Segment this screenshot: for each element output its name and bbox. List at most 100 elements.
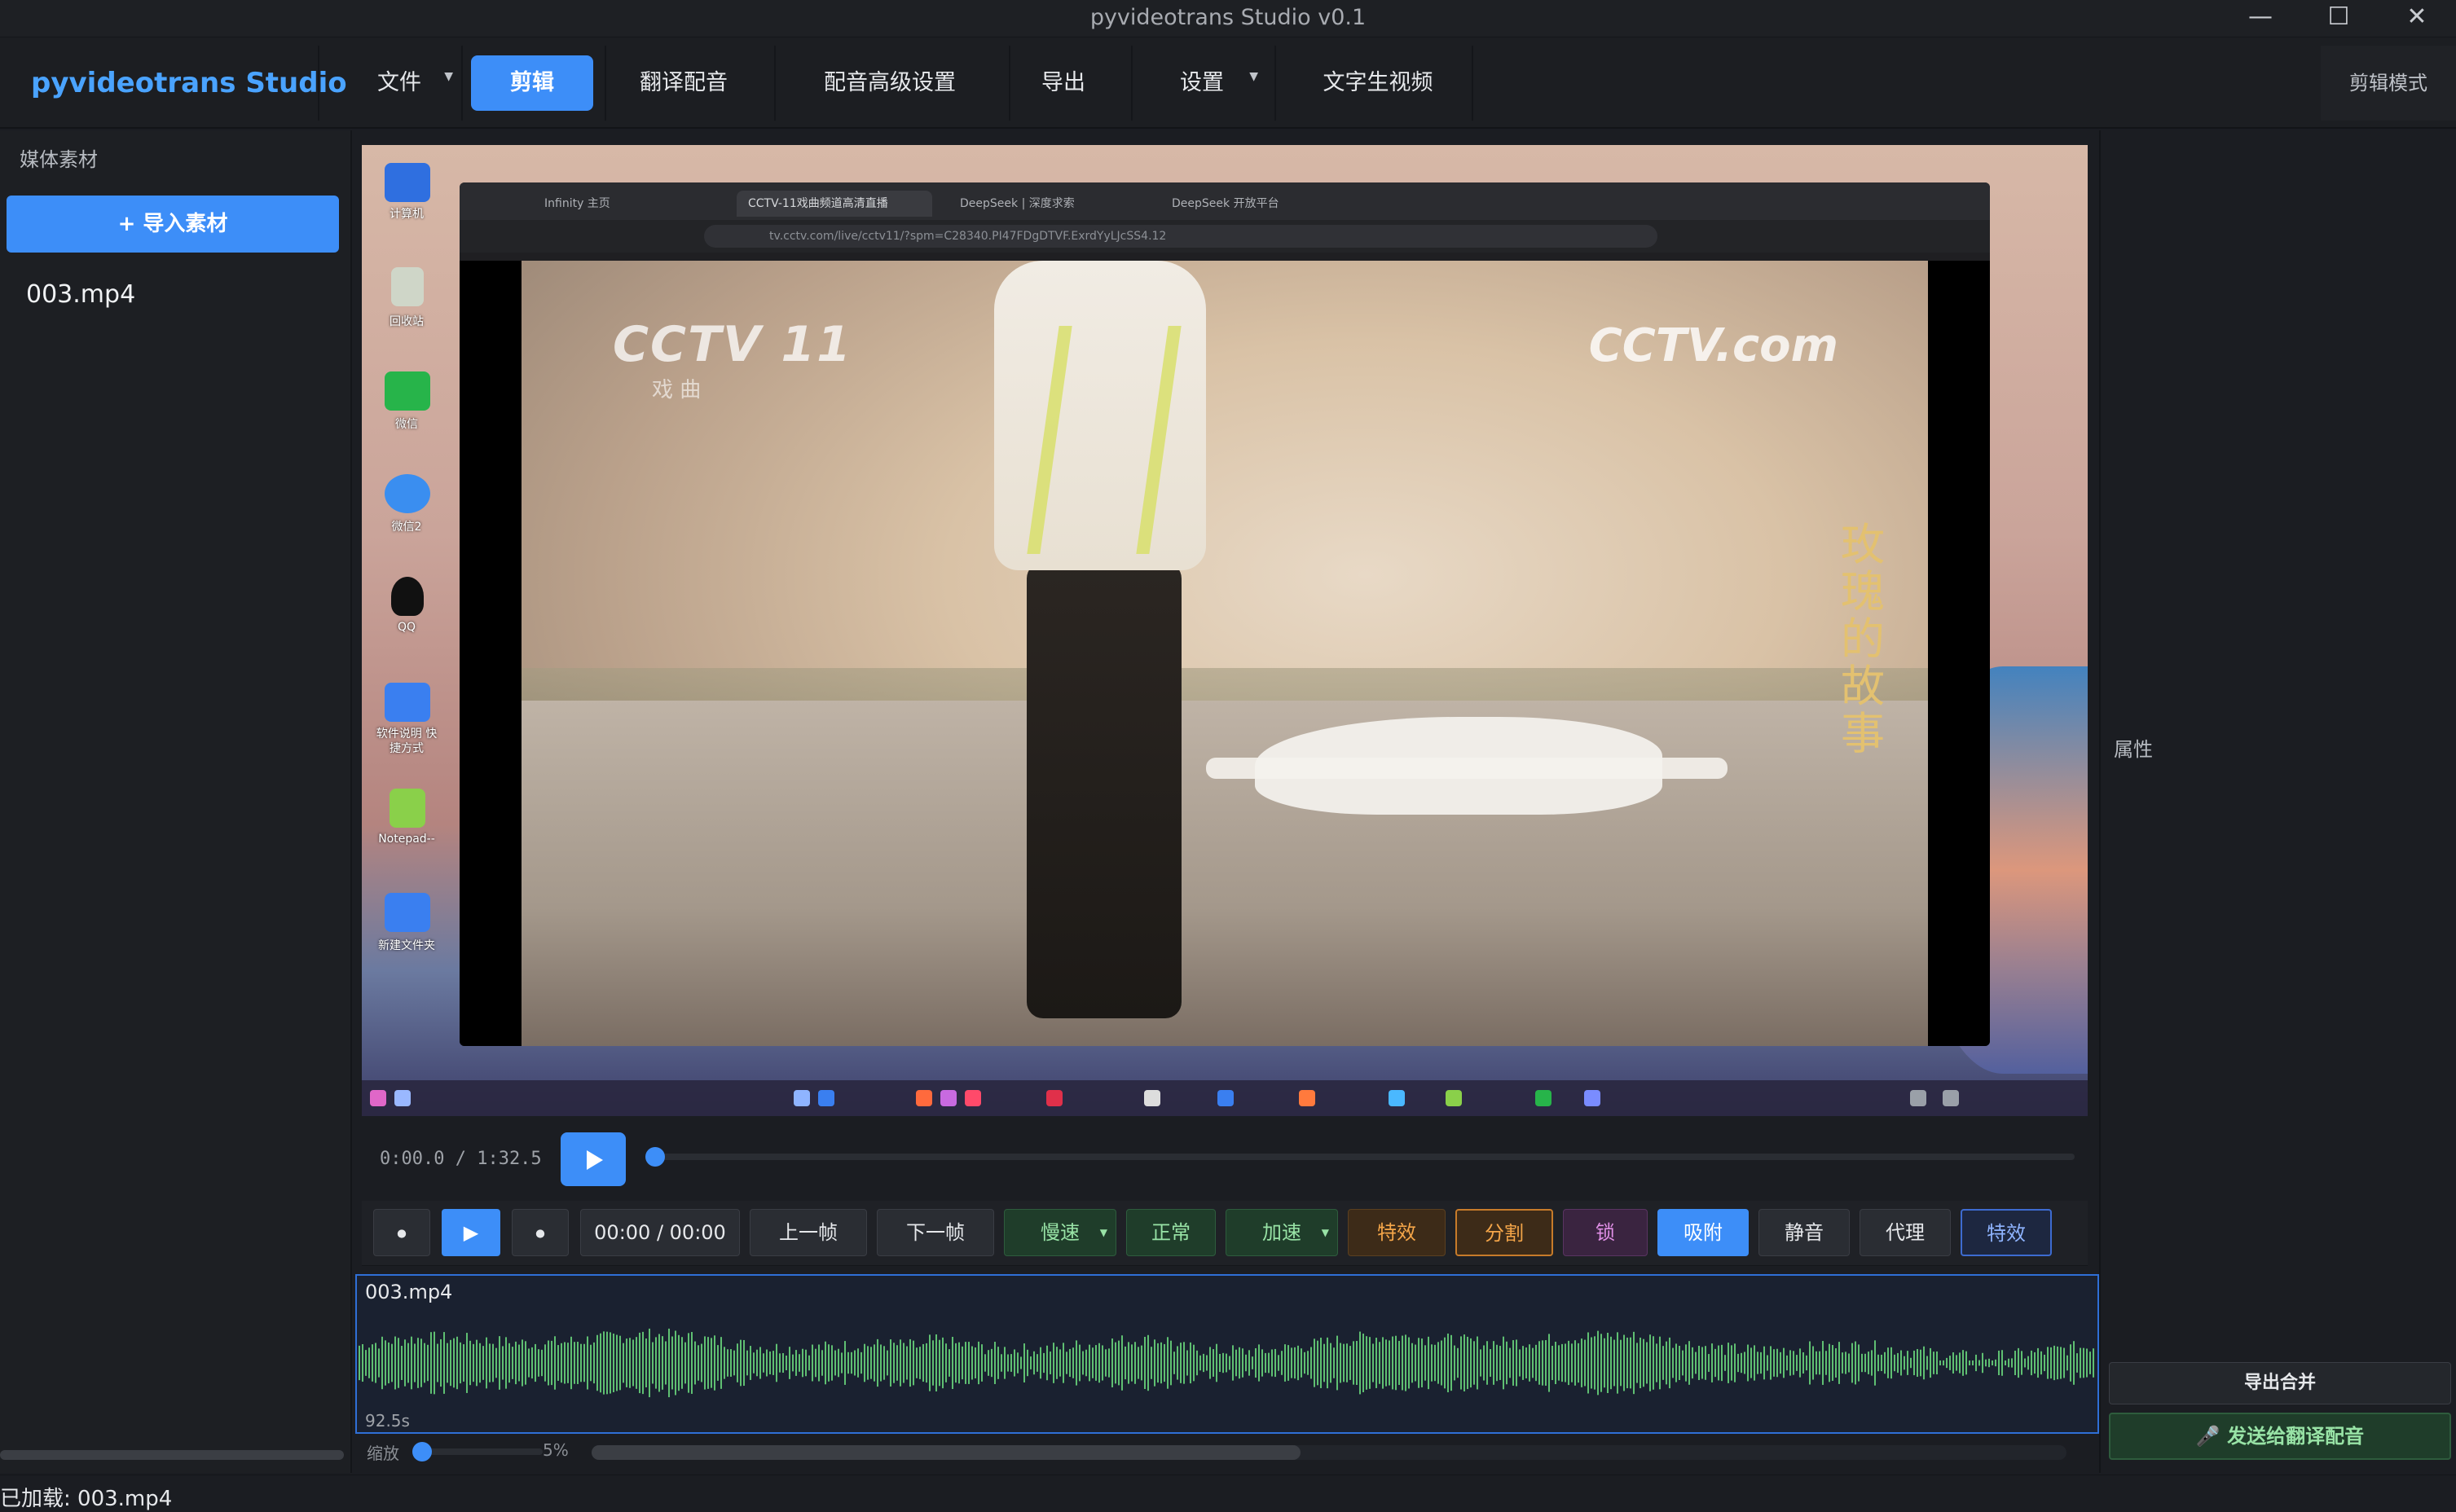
waveform-bar xyxy=(649,1328,650,1398)
waveform-bar xyxy=(1248,1350,1250,1376)
split-button[interactable]: 分割 xyxy=(1455,1209,1553,1256)
waveform-bar xyxy=(1167,1337,1169,1389)
waveform-bar xyxy=(772,1351,774,1375)
prev-frame-button[interactable]: 上一帧 xyxy=(750,1209,867,1256)
video-preview[interactable]: 计算机 回收站 微信 微信2 QQ 软件说明 快捷方式 Notepad-- 新建… xyxy=(362,145,2088,1116)
waveform-bar xyxy=(893,1343,895,1383)
mute-button[interactable]: 静音 xyxy=(1758,1209,1850,1256)
zoom-slider[interactable] xyxy=(412,1448,543,1455)
waveform-bar xyxy=(916,1347,918,1378)
waveform-bar xyxy=(707,1337,709,1389)
waveform-bar xyxy=(694,1341,696,1385)
import-media-button[interactable]: + 导入素材 xyxy=(7,196,339,253)
waveform-bar xyxy=(1007,1354,1009,1372)
waveform-bar xyxy=(1767,1355,1768,1371)
waveform-bar xyxy=(2021,1351,2022,1375)
waveform-bar xyxy=(825,1341,826,1385)
waveform-bar xyxy=(1711,1343,1713,1382)
waveform-bar xyxy=(1017,1352,1019,1374)
waveform-bar xyxy=(652,1342,654,1384)
menu-export[interactable]: 导出 xyxy=(1019,55,1108,111)
waveform-bar xyxy=(1447,1333,1449,1393)
waveform-bar xyxy=(1623,1334,1625,1391)
play-button[interactable] xyxy=(561,1132,626,1186)
waveform-bar xyxy=(805,1349,807,1377)
waveform-bar xyxy=(1812,1346,1814,1380)
waveform-bar xyxy=(665,1341,667,1385)
send-to-translate-button[interactable]: 🎤 发送给翻译配音 xyxy=(2109,1413,2451,1460)
waveform-bar xyxy=(658,1334,660,1392)
timeline-track[interactable]: 003.mp4 92.5s xyxy=(355,1274,2099,1434)
waveform-bar xyxy=(1829,1343,1830,1382)
menu-dub-advanced[interactable]: 配音高级设置 xyxy=(784,55,996,111)
timeline-scrollbar-thumb[interactable] xyxy=(592,1445,1301,1460)
menu-translate-dub[interactable]: 翻译配音 xyxy=(614,55,753,111)
waveform-bar xyxy=(1314,1338,1315,1387)
waveform-bar xyxy=(1917,1348,1918,1378)
waveform-bar xyxy=(427,1344,429,1382)
launcher-icon xyxy=(370,1090,386,1106)
waveform-bar xyxy=(1304,1352,1305,1374)
waveform-bar xyxy=(1881,1354,1882,1372)
waveform-bar xyxy=(1154,1339,1155,1387)
waveform-bar xyxy=(1780,1352,1781,1374)
menu-settings[interactable]: 设置 ▼ xyxy=(1141,55,1263,111)
waveform-bar xyxy=(600,1333,601,1393)
waveform-bar xyxy=(1877,1354,1879,1372)
proxy-button[interactable]: 代理 xyxy=(1860,1209,1951,1256)
qq-icon xyxy=(391,577,424,616)
export-merge-button[interactable]: 导出合并 xyxy=(2109,1362,2451,1404)
waveform-bar xyxy=(564,1342,566,1384)
waveform-bar xyxy=(1757,1352,1758,1374)
folder-icon xyxy=(385,893,430,932)
waveform-bar xyxy=(1832,1345,1833,1381)
waveform-bar xyxy=(554,1336,556,1390)
waveform-bar xyxy=(456,1336,458,1390)
jump-end-button[interactable]: ⦁ xyxy=(512,1209,569,1256)
menu-text-to-video[interactable]: 文字生视频 xyxy=(1284,55,1472,111)
waveform-bar xyxy=(1965,1351,1967,1375)
effects-button[interactable]: 特效 xyxy=(1348,1209,1446,1256)
waveform-bar xyxy=(1659,1336,1661,1390)
maximize-button[interactable]: ☐ xyxy=(2300,0,2378,37)
waveform-bar xyxy=(1548,1334,1550,1392)
waveform-bar xyxy=(1930,1347,1931,1378)
slow-speed-button[interactable]: 慢速 ▼ xyxy=(1004,1209,1116,1256)
waveform-bar xyxy=(2093,1348,2094,1378)
normal-speed-button[interactable]: 正常 xyxy=(1126,1209,1216,1256)
waveform-bar xyxy=(574,1342,575,1384)
waveform-bar xyxy=(1336,1335,1338,1391)
snap-button[interactable]: 吸附 xyxy=(1657,1209,1749,1256)
waveform-bar xyxy=(518,1344,520,1382)
menu-bar: pyvideotrans Studio 文件 ▼ 剪辑 翻译配音 配音高级设置 … xyxy=(0,37,2456,129)
waveform-bar xyxy=(1402,1335,1403,1391)
media-panel-scrollbar[interactable] xyxy=(0,1450,344,1460)
taskbar-icon xyxy=(818,1090,834,1106)
zoom-slider-handle[interactable] xyxy=(412,1442,432,1461)
waveform-bar xyxy=(1926,1356,1928,1370)
effects-panel-button[interactable]: 特效 xyxy=(1961,1209,2052,1256)
seek-bar[interactable] xyxy=(649,1154,2075,1160)
seek-handle[interactable] xyxy=(645,1147,665,1167)
waveform-bar xyxy=(1020,1356,1022,1369)
jump-start-button[interactable]: ⦁ xyxy=(373,1209,430,1256)
media-list-item[interactable]: 003.mp4 xyxy=(26,280,135,309)
next-frame-button[interactable]: 下一帧 xyxy=(877,1209,994,1256)
waveform-bar xyxy=(443,1332,445,1394)
waveform-bar xyxy=(808,1355,810,1371)
lock-button[interactable]: 锁 xyxy=(1563,1209,1648,1256)
browser-tab: DeepSeek 开放平台 xyxy=(1172,197,1279,210)
minimize-button[interactable]: — xyxy=(2221,0,2300,37)
fast-speed-button[interactable]: 加速 ▼ xyxy=(1226,1209,1338,1256)
waveform-bar xyxy=(671,1336,673,1390)
close-button[interactable]: ✕ xyxy=(2378,0,2456,37)
menu-file[interactable]: 文件 ▼ xyxy=(342,55,456,111)
waveform-bar xyxy=(1672,1347,1674,1378)
waveform-bar xyxy=(1806,1355,1807,1371)
waveform-bar xyxy=(1147,1334,1149,1391)
waveform-bar xyxy=(440,1338,442,1387)
properties-panel: 属性 导出合并 🎤 发送给翻译配音 xyxy=(2099,130,2456,1473)
play-pause-button[interactable]: ▶ xyxy=(442,1209,500,1256)
menu-edit[interactable]: 剪辑 xyxy=(471,55,593,111)
waveform-bar xyxy=(1203,1353,1204,1373)
